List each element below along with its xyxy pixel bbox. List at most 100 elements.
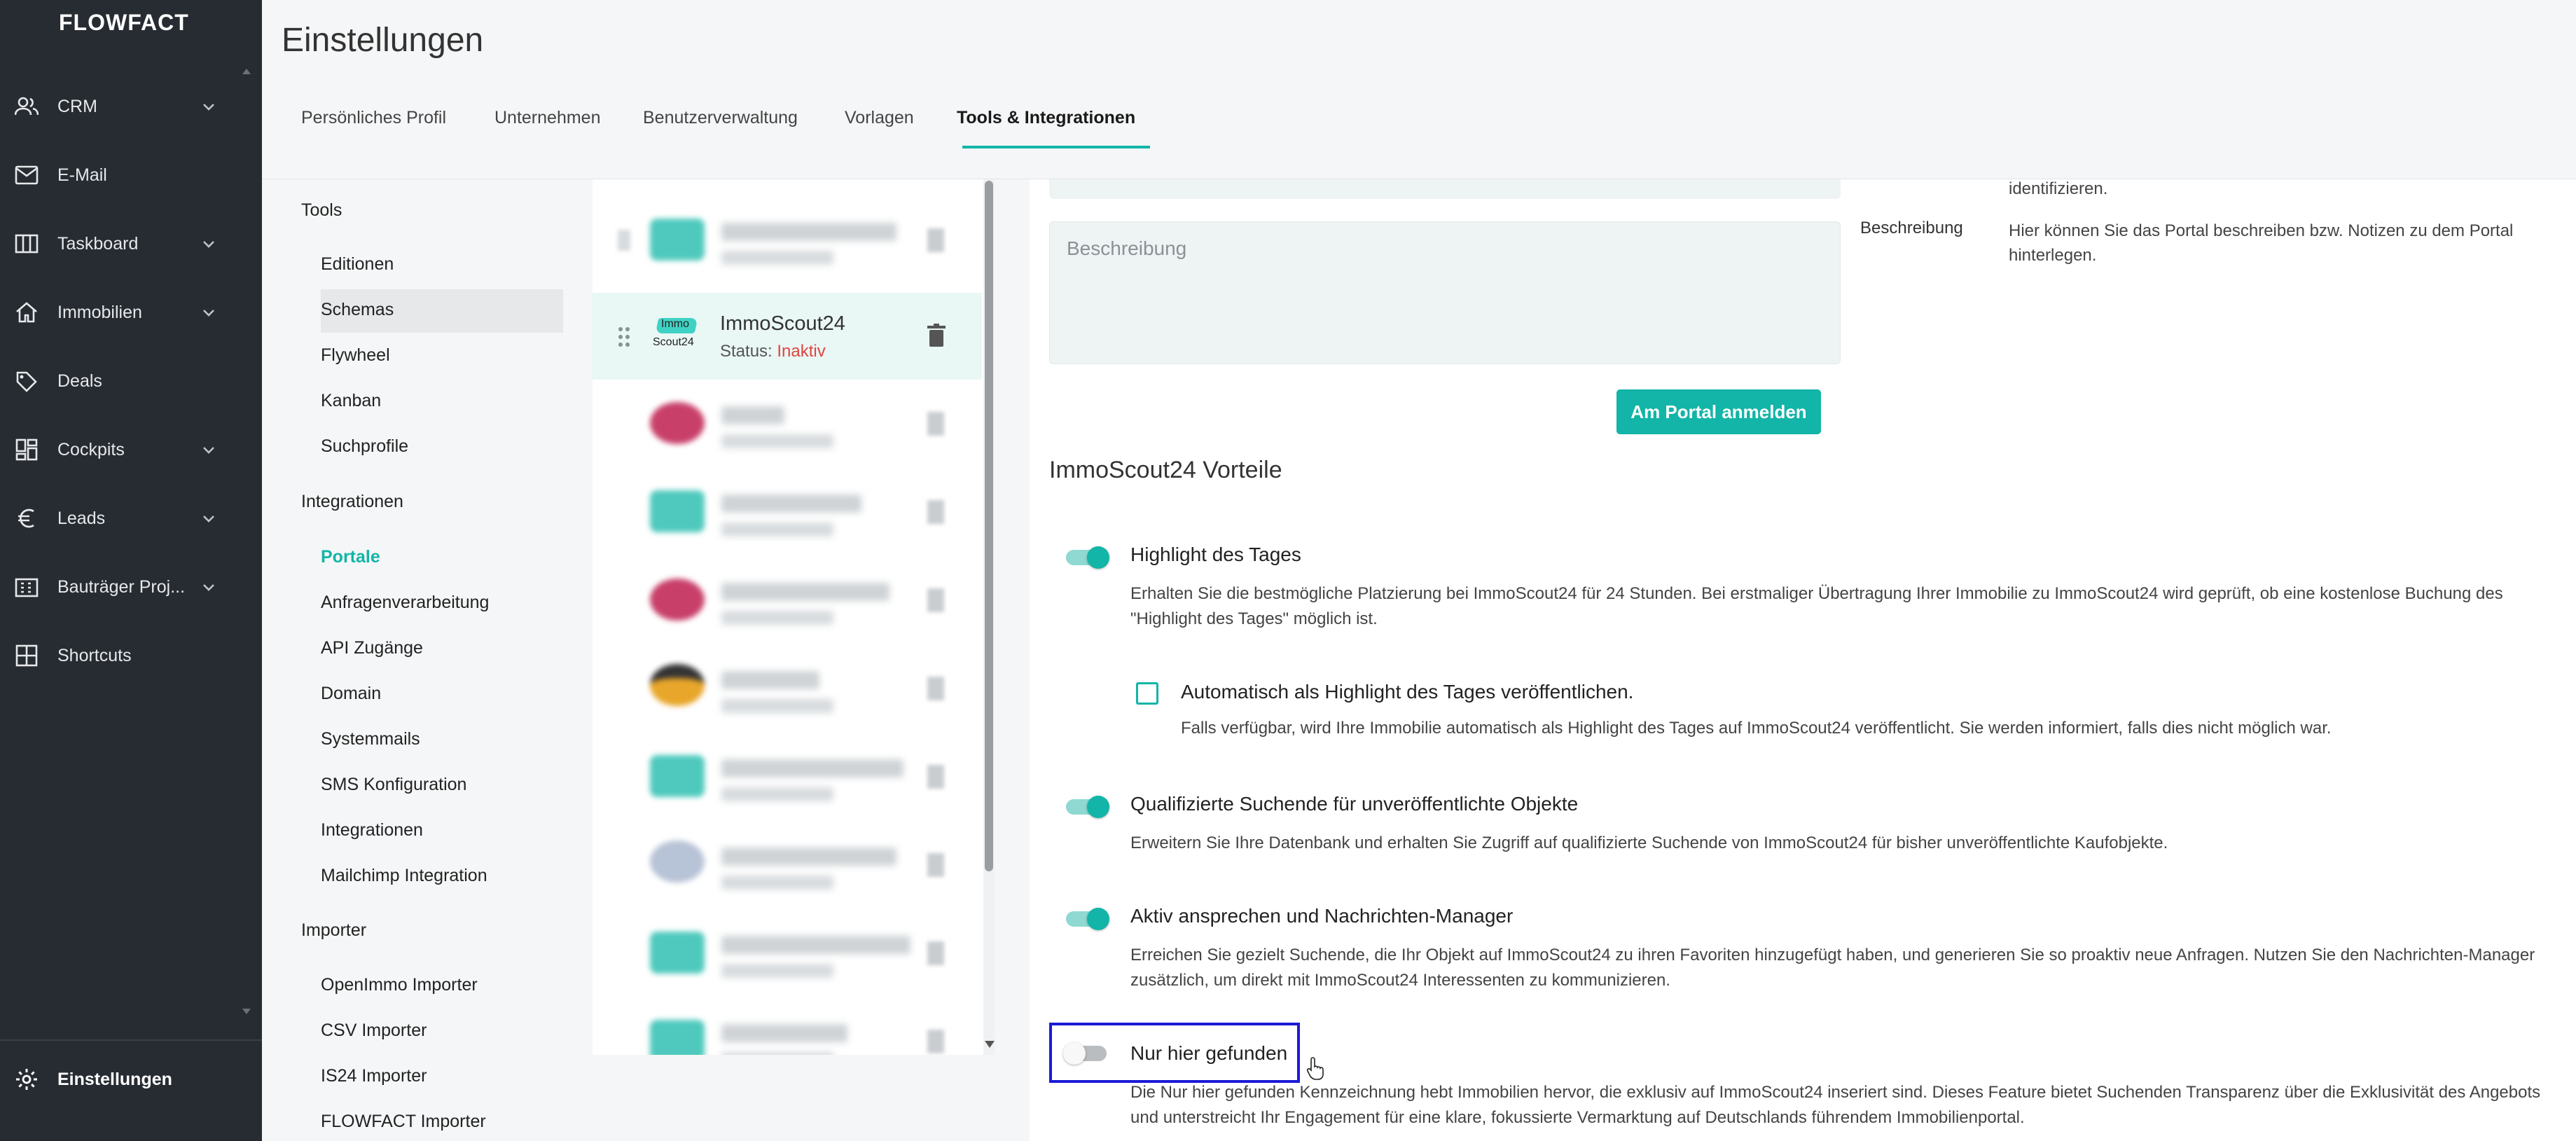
portal-logo bbox=[650, 1020, 705, 1055]
menu-item-mailchimp[interactable]: Mailchimp Integration bbox=[321, 866, 487, 886]
list-item[interactable] bbox=[593, 997, 982, 1055]
menu-item-suchprofile[interactable]: Suchprofile bbox=[321, 436, 408, 457]
menu-item-editionen[interactable]: Editionen bbox=[321, 254, 394, 275]
menu-item-api-zugaenge[interactable]: API Zugänge bbox=[321, 638, 423, 658]
active-tab-indicator bbox=[962, 146, 1150, 148]
sidebar-scroll-up[interactable] bbox=[242, 69, 251, 74]
home-icon bbox=[14, 300, 39, 325]
menu-item-portale[interactable]: Portale bbox=[321, 547, 380, 567]
menu-item-kanban[interactable]: Kanban bbox=[321, 391, 381, 411]
tab-tools-integrationen[interactable]: Tools & Integrationen bbox=[957, 108, 1135, 128]
only-here-found-toggle[interactable] bbox=[1063, 1042, 1109, 1065]
feature-title: Aktiv ansprechen und Nachrichten-Manager bbox=[1130, 905, 1514, 927]
sidebar-item-crm[interactable]: CRM bbox=[0, 82, 262, 131]
portal-list-scroll-down[interactable] bbox=[985, 1041, 995, 1048]
trash-icon[interactable] bbox=[927, 228, 944, 252]
drag-handle-icon[interactable] bbox=[618, 326, 630, 347]
menu-item-schemas[interactable]: Schemas bbox=[321, 300, 394, 320]
portal-status-blurred bbox=[721, 434, 833, 448]
menu-item-flywheel[interactable]: Flywheel bbox=[321, 345, 390, 366]
list-item[interactable] bbox=[593, 196, 982, 283]
description-textarea[interactable]: Beschreibung bbox=[1049, 221, 1841, 364]
trash-icon[interactable] bbox=[927, 677, 944, 700]
trash-icon[interactable] bbox=[927, 941, 944, 965]
sidebar-item-label: CRM bbox=[57, 96, 97, 116]
status-badge: Inaktiv bbox=[777, 342, 826, 361]
menu-item-openimmo-importer[interactable]: OpenImmo Importer bbox=[321, 975, 478, 995]
trash-icon[interactable] bbox=[927, 588, 944, 612]
sidebar-item-email[interactable]: E-Mail bbox=[0, 151, 262, 200]
menu-item-is24-importer[interactable]: IS24 Importer bbox=[321, 1066, 427, 1086]
portal-name-blurred bbox=[721, 583, 889, 601]
list-item[interactable] bbox=[593, 380, 982, 466]
trash-icon[interactable] bbox=[927, 500, 944, 524]
portal-list: Immo Scout24 ImmoScout24 Status: Inaktiv bbox=[593, 179, 995, 1055]
menu-item-integrationen[interactable]: Integrationen bbox=[321, 820, 423, 841]
portal-item-immoscout24[interactable]: Immo Scout24 ImmoScout24 Status: Inaktiv bbox=[593, 293, 982, 380]
trash-icon[interactable] bbox=[927, 853, 944, 877]
portal-list-scroll-thumb[interactable] bbox=[985, 181, 993, 871]
chevron-down-icon bbox=[203, 104, 214, 111]
trash-icon[interactable] bbox=[927, 412, 944, 436]
portal-logo bbox=[650, 755, 705, 797]
highlight-toggle[interactable] bbox=[1063, 546, 1109, 569]
sidebar-item-immobilien[interactable]: Immobilien bbox=[0, 288, 262, 337]
list-item[interactable] bbox=[593, 909, 982, 996]
tab-unternehmen[interactable]: Unternehmen bbox=[494, 108, 600, 128]
menu-item-domain[interactable]: Domain bbox=[321, 684, 381, 704]
page-header: Einstellungen Persönliches Profil Untern… bbox=[262, 0, 2576, 179]
chevron-down-icon bbox=[203, 241, 214, 248]
list-item[interactable] bbox=[593, 644, 982, 731]
menu-item-sms-konfiguration[interactable]: SMS Konfiguration bbox=[321, 775, 466, 795]
menu-section-integrationen: Integrationen bbox=[301, 492, 403, 511]
page-title: Einstellungen bbox=[282, 22, 484, 59]
tab-persoenliches-profil[interactable]: Persönliches Profil bbox=[301, 108, 446, 128]
list-item[interactable] bbox=[593, 821, 982, 908]
portal-status-blurred bbox=[721, 611, 833, 625]
sidebar-item-label: Einstellungen bbox=[57, 1069, 172, 1089]
sidebar-item-deals[interactable]: Deals bbox=[0, 357, 262, 406]
auto-highlight-description: Falls verfügbar, wird Ihre Immobilie aut… bbox=[1181, 719, 2332, 738]
previous-field[interactable] bbox=[1049, 179, 1841, 199]
immoscout24-logo: Immo Scout24 bbox=[653, 317, 703, 356]
feature-description: Erhalten Sie die bestmögliche Platzierun… bbox=[1130, 584, 2503, 628]
trash-icon[interactable] bbox=[927, 324, 946, 347]
list-item[interactable] bbox=[593, 556, 982, 643]
sidebar-item-shortcuts[interactable]: Shortcuts bbox=[0, 631, 262, 680]
portal-name-blurred bbox=[721, 848, 896, 866]
qualified-search-toggle[interactable] bbox=[1063, 796, 1109, 818]
portal-name: ImmoScout24 bbox=[720, 312, 845, 335]
app-logo: FLOWFACT bbox=[59, 10, 189, 35]
menu-item-anfragenverarbeitung[interactable]: Anfragenverarbeitung bbox=[321, 593, 489, 613]
list-item[interactable] bbox=[593, 733, 982, 820]
tab-benutzerverwaltung[interactable]: Benutzerverwaltung bbox=[643, 108, 798, 128]
sidebar-item-cockpits[interactable]: Cockpits bbox=[0, 425, 262, 474]
sidebar-item-label: Bauträger Proj... bbox=[57, 576, 186, 597]
menu-item-csv-importer[interactable]: CSV Importer bbox=[321, 1021, 427, 1041]
list-item[interactable] bbox=[593, 468, 982, 555]
menu-item-systemmails[interactable]: Systemmails bbox=[321, 729, 420, 749]
trash-icon[interactable] bbox=[927, 1030, 944, 1053]
section-title: ImmoScout24 Vorteile bbox=[1049, 457, 1282, 483]
help-text: Hier können Sie das Portal beschreiben b… bbox=[2009, 221, 2514, 265]
tab-vorlagen[interactable]: Vorlagen bbox=[845, 108, 914, 128]
chevron-down-icon bbox=[203, 310, 214, 317]
trash-icon[interactable] bbox=[927, 765, 944, 789]
drag-handle-icon[interactable] bbox=[618, 230, 630, 251]
auto-highlight-checkbox[interactable] bbox=[1136, 682, 1158, 705]
sidebar-scroll-down[interactable] bbox=[242, 1009, 251, 1014]
sidebar-item-leads[interactable]: Leads bbox=[0, 494, 262, 543]
portal-name-blurred bbox=[721, 671, 819, 689]
portal-status-blurred bbox=[721, 251, 833, 265]
handshake-icon bbox=[14, 368, 39, 394]
portal-status-blurred bbox=[721, 1052, 833, 1055]
portal-logo bbox=[650, 841, 705, 883]
feature-title: Qualifizierte Suchende für unveröffentli… bbox=[1130, 793, 1579, 815]
portal-login-button[interactable]: Am Portal anmelden bbox=[1616, 389, 1821, 434]
sidebar-item-bautraeger[interactable]: Bauträger Proj... bbox=[0, 562, 262, 611]
menu-item-flowfact-importer[interactable]: FLOWFACT Importer bbox=[321, 1112, 486, 1132]
active-contact-toggle[interactable] bbox=[1063, 908, 1109, 930]
sidebar-item-settings[interactable]: Einstellungen bbox=[0, 1055, 262, 1104]
sidebar-item-label: Taskboard bbox=[57, 233, 139, 254]
sidebar-item-taskboard[interactable]: Taskboard bbox=[0, 219, 262, 268]
